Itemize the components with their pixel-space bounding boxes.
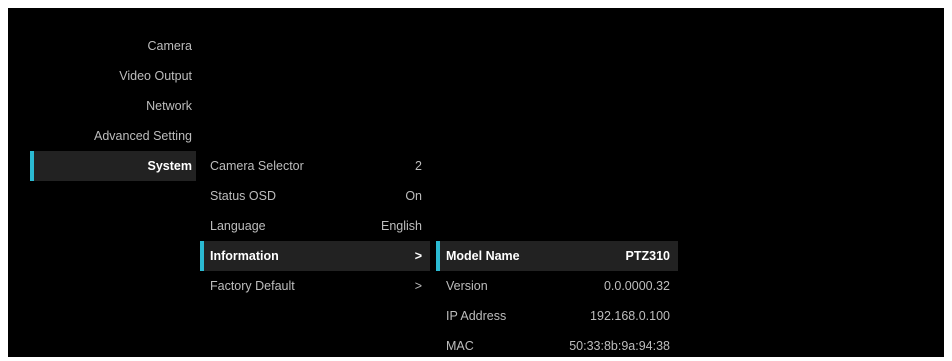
system-menu-value: 2: [415, 159, 422, 173]
system-menu-item-language[interactable]: Language English: [200, 211, 430, 241]
info-value: PTZ310: [625, 249, 670, 263]
system-menu-label: Status OSD: [210, 189, 276, 203]
selection-accent: [30, 151, 34, 181]
selection-accent: [436, 241, 440, 271]
submenu-arrow: >: [414, 279, 422, 293]
system-menu-label: Language: [210, 219, 266, 233]
info-value: 50:33:8b:9a:94:38: [569, 339, 670, 353]
system-menu-label: Camera Selector: [210, 159, 304, 173]
main-menu-item-advanced-setting[interactable]: Advanced Setting: [30, 121, 196, 151]
info-item-version[interactable]: Version 0.0.0000.32: [436, 271, 678, 301]
selection-accent: [200, 241, 204, 271]
info-label: IP Address: [446, 309, 507, 323]
osd-screen: Camera Video Output Network Advanced Set…: [8, 8, 944, 357]
info-value: 192.168.0.100: [590, 309, 670, 323]
main-menu-label: Camera: [147, 39, 192, 53]
main-menu-item-camera[interactable]: Camera: [30, 31, 196, 61]
info-value: 0.0.0000.32: [603, 279, 670, 293]
info-item-model-name[interactable]: Model Name PTZ310: [436, 241, 678, 271]
system-menu-label: Information: [210, 249, 279, 263]
system-menu-value: English: [381, 219, 422, 233]
system-menu-item-information[interactable]: Information >: [200, 241, 430, 271]
system-menu-label: Factory Default: [210, 279, 295, 293]
main-menu-label: System: [147, 159, 192, 173]
info-label: Model Name: [446, 249, 520, 263]
system-menu-item-factory-default[interactable]: Factory Default >: [200, 271, 430, 301]
main-menu-item-system[interactable]: System: [30, 151, 196, 181]
system-menu-item-status-osd[interactable]: Status OSD On: [200, 181, 430, 211]
main-menu-item-video-output[interactable]: Video Output: [30, 61, 196, 91]
system-menu-item-camera-selector[interactable]: Camera Selector 2: [200, 151, 430, 181]
main-menu-label: Advanced Setting: [94, 129, 192, 143]
system-menu-value: On: [405, 189, 422, 203]
info-label: Version: [446, 279, 488, 293]
submenu-arrow: >: [414, 249, 422, 263]
main-menu-item-network[interactable]: Network: [30, 91, 196, 121]
info-item-ip-address[interactable]: IP Address 192.168.0.100: [436, 301, 678, 331]
info-label: MAC: [446, 339, 474, 353]
main-menu-label: Video Output: [119, 69, 192, 83]
main-menu-label: Network: [146, 99, 192, 113]
